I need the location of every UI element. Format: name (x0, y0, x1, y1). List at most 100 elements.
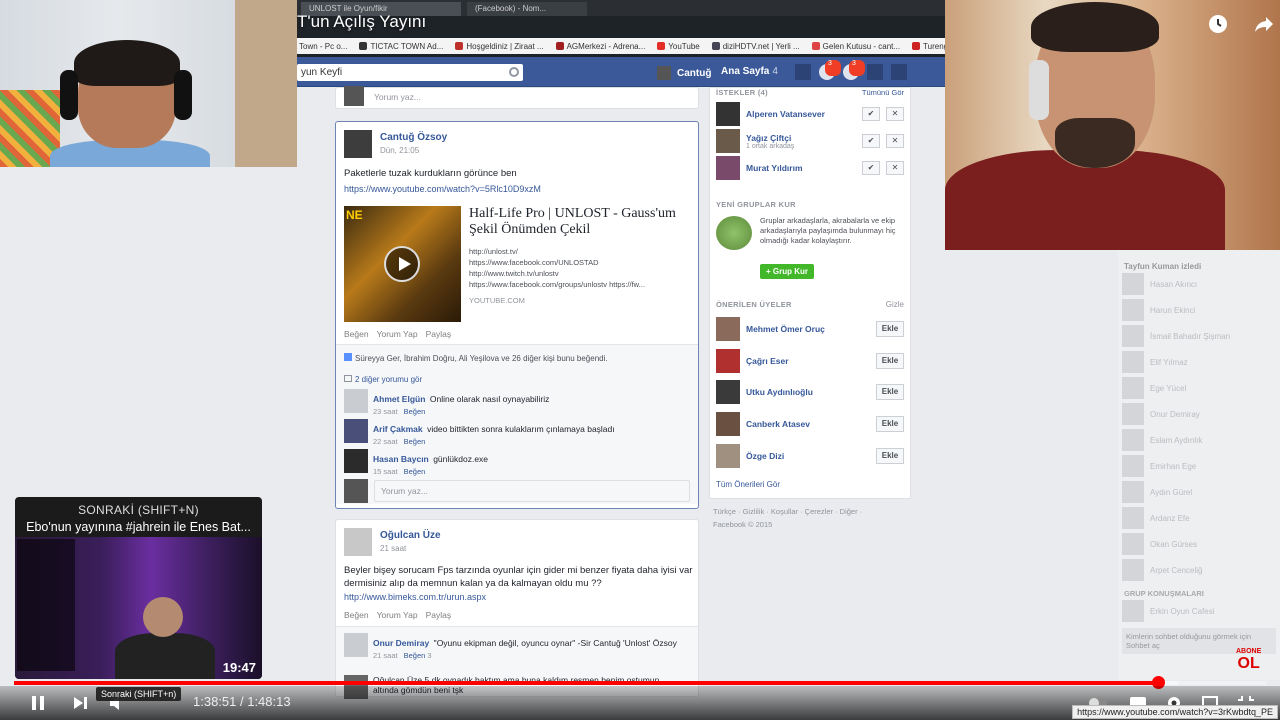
chat-contact[interactable]: İsmail Bahadır Şişman (1118, 323, 1280, 349)
chat-contact[interactable]: Ege Yücel (1118, 375, 1280, 401)
like-button[interactable]: Beğen (344, 610, 369, 620)
share-button[interactable]: Paylaş (426, 329, 452, 339)
chat-contact[interactable]: Eslam Aydınlık (1118, 427, 1280, 453)
footer-links[interactable]: Türkçe · Gizlilik · Koşullar · Çerezler … (713, 507, 862, 516)
chat-contact[interactable]: Aydın Gürel (1118, 479, 1280, 505)
close-icon[interactable]: ✕ (886, 134, 904, 148)
avatar[interactable] (344, 528, 372, 556)
chat-contact[interactable]: Onur Demiray (1118, 401, 1280, 427)
avatar[interactable] (716, 444, 740, 468)
up-next-title[interactable]: Ebo'nun yayınına #jahrein ile Enes Bat..… (15, 517, 262, 534)
comment-button[interactable]: Yorum Yap (377, 610, 418, 620)
notifications-icon[interactable]: 3 (843, 60, 865, 80)
likes-summary[interactable]: Süreyya Ger, İbrahim Doğru, Ali Yeşilova… (344, 353, 608, 363)
link-preview[interactable]: NE Half-Life Pro | UNLOST - Gauss'um Şek… (344, 206, 692, 322)
confirm-icon[interactable]: ✔ (862, 107, 880, 121)
home-link[interactable]: Ana Sayfa 4 (721, 66, 778, 77)
view-more-comments[interactable]: 2 diğer yorumu gör (344, 375, 422, 384)
avatar[interactable] (344, 130, 372, 158)
avatar[interactable] (716, 156, 740, 180)
settings-dropdown-icon[interactable] (891, 64, 907, 80)
chat-contact[interactable]: Elif Yılmaz (1118, 349, 1280, 375)
suggested-member: Çağrı Eser Ekle (716, 349, 904, 373)
copyright: Facebook © 2015 (713, 520, 773, 529)
friend-request: Yağız Çiftçi 1 ortak arkadaş ✔ ✕ (716, 129, 904, 153)
avatar[interactable] (716, 349, 740, 373)
post-author[interactable]: Cantuğ Özsoy (380, 132, 447, 143)
add-member-button[interactable]: Ekle (876, 384, 904, 400)
avatar[interactable] (716, 102, 740, 126)
post-text: Paketlerle tuzak kurdukların görünce ben (344, 168, 517, 179)
chat-contact[interactable]: Okan Gürses (1118, 531, 1280, 557)
bookmark-item: Hoşgeldiniz | Ziraat ... (455, 42, 544, 51)
see-all-requests-link[interactable]: Tümünü Gör (862, 88, 904, 97)
comment-button[interactable]: Yorum Yap (377, 329, 418, 339)
create-group-button[interactable]: + Grup Kur (760, 264, 815, 279)
suggested-member: Mehmet Ömer Oruç Ekle (716, 317, 904, 341)
link-title[interactable]: Half-Life Pro | UNLOST - Gauss'um Şekil … (469, 206, 692, 238)
comment-like-link[interactable]: Beğen (404, 437, 426, 446)
play-icon[interactable] (384, 246, 420, 282)
chat-contact[interactable]: Harun Ekinci (1118, 297, 1280, 323)
comment-like-link[interactable]: Beğen (404, 407, 426, 416)
post-author[interactable]: Oğulcan Üze (380, 530, 441, 541)
progress-bar[interactable] (14, 676, 1266, 689)
like-count: 3 (427, 651, 432, 660)
see-all-suggestions-link[interactable]: Tüm Önerileri Gör (716, 480, 780, 489)
bookmark-icon (711, 42, 720, 50)
chat-sidebar: Tayfun Kuman izledi Hasan Akıncı Harun E… (1118, 250, 1280, 680)
add-member-button[interactable]: Ekle (876, 321, 904, 337)
chat-group[interactable]: Erkin Oyun Cafesi (1118, 598, 1280, 624)
avatar[interactable] (344, 633, 368, 657)
up-next-thumbnail[interactable]: 19:47 (15, 537, 262, 679)
share-icon[interactable] (1252, 12, 1276, 36)
pause-icon[interactable] (28, 694, 48, 712)
next-icon[interactable] (70, 694, 90, 712)
comment-input[interactable]: Yorum yaz... (374, 480, 690, 502)
close-icon[interactable]: ✕ (886, 107, 904, 121)
add-member-button[interactable]: Ekle (876, 448, 904, 464)
add-member-button[interactable]: Ekle (876, 353, 904, 369)
watch-later-icon[interactable] (1206, 12, 1230, 36)
comment-like-link[interactable]: Beğen (404, 467, 426, 476)
privacy-icon[interactable] (867, 64, 883, 80)
like-button[interactable]: Beğen (344, 329, 369, 339)
video-frame[interactable]: UNLOST ile Oyun/fikir (Facebook) - Nom..… (0, 0, 1280, 720)
profile-link[interactable]: Cantuğ (657, 66, 711, 80)
up-next-card[interactable]: SONRAKİ (SHIFT+N) Ebo'nun yayınına #jahr… (15, 497, 262, 679)
chat-contact[interactable]: Arpet Cenceliğ (1118, 557, 1280, 583)
add-member-button[interactable]: Ekle (876, 416, 904, 432)
avatar[interactable] (344, 449, 368, 473)
hide-suggestions-link[interactable]: Gizle (886, 300, 904, 309)
post-url[interactable]: http://www.bimeks.com.tr/urun.aspx (344, 592, 486, 602)
avatar[interactable] (716, 129, 740, 153)
messages-icon[interactable]: 3 (819, 60, 841, 80)
post-time[interactable]: 21 saat (380, 544, 406, 553)
avatar[interactable] (344, 389, 368, 413)
avatar (1122, 455, 1144, 477)
avatar[interactable] (344, 419, 368, 443)
comment-input[interactable]: Yorum yaz... (374, 92, 421, 102)
chat-contact[interactable]: Ardanz Efe (1118, 505, 1280, 531)
friend-requests-icon[interactable] (795, 64, 811, 80)
avatar[interactable] (716, 412, 740, 436)
facebook-search-input[interactable]: yun Keyfi (297, 64, 523, 81)
avatar[interactable] (716, 380, 740, 404)
video-title[interactable]: T'un Açılış Yayını (297, 12, 426, 32)
subscribe-watermark[interactable]: ABONE OL (1236, 648, 1261, 672)
chat-contact[interactable]: Emirhan Ege (1118, 453, 1280, 479)
close-icon[interactable]: ✕ (886, 161, 904, 175)
bookmark-item: AGMerkezi - Adrena... (555, 42, 645, 51)
share-button[interactable]: Paylaş (426, 610, 452, 620)
youtube-icon (657, 42, 666, 50)
facebook-header: yun Keyfi Cantuğ Ana Sayfa 4 3 3 (297, 57, 945, 87)
time-display: 1:38:51 / 1:48:13 (193, 694, 291, 709)
video-thumbnail[interactable]: NE (344, 206, 461, 322)
confirm-icon[interactable]: ✔ (862, 161, 880, 175)
post-time[interactable]: Dün, 21:05 (380, 146, 419, 155)
avatar[interactable] (716, 317, 740, 341)
post-url[interactable]: https://www.youtube.com/watch?v=5Rlc10D9… (344, 184, 541, 194)
confirm-icon[interactable]: ✔ (862, 134, 880, 148)
chat-contact[interactable]: Hasan Akıncı (1118, 271, 1280, 297)
comment-like-link[interactable]: Beğen (404, 651, 426, 660)
